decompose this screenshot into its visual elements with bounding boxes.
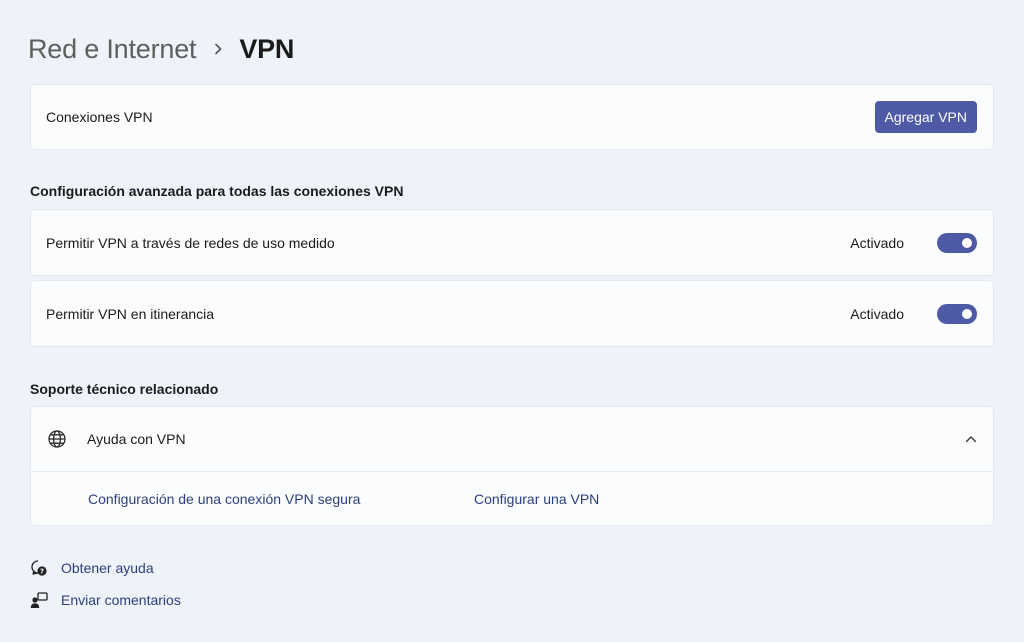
roaming-setting: Permitir VPN en itinerancia Activado	[30, 280, 994, 347]
setting-label: Permitir VPN a través de redes de uso me…	[46, 234, 335, 251]
add-vpn-button[interactable]: Agregar VPN	[874, 101, 977, 133]
configure-vpn-link[interactable]: Configurar una VPN	[474, 491, 599, 507]
vpn-help-card: Ayuda con VPN Configuración de una conex…	[30, 406, 994, 526]
vpn-help-label: Ayuda con VPN	[87, 431, 186, 447]
advanced-settings-title: Configuración avanzada para todas las co…	[30, 183, 404, 199]
metered-networks-setting: Permitir VPN a través de redes de uso me…	[30, 209, 994, 276]
roaming-toggle[interactable]	[937, 303, 977, 324]
breadcrumb: Red e Internet VPN	[28, 30, 294, 68]
get-help-link[interactable]: ? Obtener ayuda	[30, 559, 154, 577]
vpn-help-header[interactable]: Ayuda con VPN	[31, 407, 993, 472]
page-title: VPN	[239, 33, 295, 64]
toggle-state-label: Activado	[850, 305, 904, 322]
toggle-knob	[962, 308, 972, 319]
svg-text:?: ?	[40, 568, 44, 576]
toggle-knob	[962, 237, 972, 248]
support-title: Soporte técnico relacionado	[30, 381, 219, 397]
globe-icon	[47, 429, 67, 449]
secure-vpn-connection-link[interactable]: Configuración de una conexión VPN segura	[88, 491, 474, 507]
toggle-state-label: Activado	[850, 234, 904, 251]
setting-label: Permitir VPN en itinerancia	[46, 305, 215, 322]
chevron-right-icon	[214, 43, 223, 55]
get-help-label: Obtener ayuda	[61, 560, 154, 576]
breadcrumb-parent[interactable]: Red e Internet	[28, 34, 197, 65]
vpn-connections-label: Conexiones VPN	[46, 109, 153, 125]
vpn-connections-card: Conexiones VPN Agregar VPN	[30, 84, 994, 150]
metered-networks-toggle[interactable]	[937, 232, 977, 253]
help-chat-icon: ?	[30, 559, 48, 577]
feedback-icon	[30, 591, 48, 609]
chevron-up-icon[interactable]	[965, 435, 977, 443]
vpn-help-links: Configuración de una conexión VPN segura…	[31, 472, 993, 526]
send-feedback-link[interactable]: Enviar comentarios	[30, 591, 181, 609]
send-feedback-label: Enviar comentarios	[61, 592, 181, 608]
